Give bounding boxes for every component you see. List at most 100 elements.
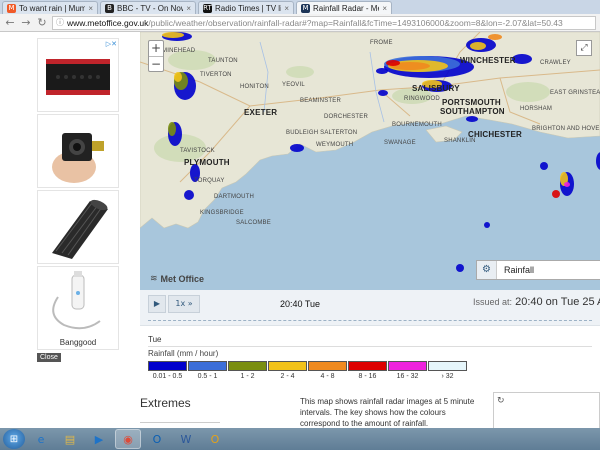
key-swatch-label: 8 - 16 xyxy=(358,373,377,380)
play-button[interactable]: ▶ xyxy=(148,295,166,313)
rain-cell xyxy=(470,42,486,50)
layer-label: Rainfall xyxy=(504,265,535,275)
ad-speaker[interactable]: ▷✕ xyxy=(37,38,119,112)
place-label: BUDLEIGH SALTERTON xyxy=(286,130,358,136)
gear-icon[interactable]: ⚙ xyxy=(477,261,497,279)
key-item: 0.5 - 1 xyxy=(188,361,227,380)
key-item: 1 - 2 xyxy=(228,361,267,380)
fullscreen-icon[interactable]: ⤢ xyxy=(576,40,592,56)
refresh-icon[interactable]: ↻ xyxy=(497,396,505,406)
ad-camera[interactable] xyxy=(37,114,119,188)
close-tab-icon[interactable]: × xyxy=(382,4,387,13)
zoom-control: + − xyxy=(148,40,164,72)
page-info-icon[interactable]: ⓘ xyxy=(56,17,64,28)
address-bar[interactable]: ⓘ www.metoffice.gov.uk/public/weather/ob… xyxy=(52,15,596,30)
camera-module-image xyxy=(52,133,104,183)
rain-cell xyxy=(484,222,490,228)
rain-cell xyxy=(168,122,176,136)
layer-selector[interactable]: ⚙ Rainfall xyxy=(476,260,600,280)
issued-value: 20:40 on Tue 25 A xyxy=(515,296,600,308)
rain-cell xyxy=(552,190,560,198)
tab-title: Rainfall Radar - Met Office xyxy=(313,3,379,13)
rain-cell xyxy=(290,144,304,152)
place-label: PORTSMOUTH xyxy=(442,98,501,107)
key-swatch-label: 16 - 32 xyxy=(396,373,419,380)
rain-cell xyxy=(162,32,184,38)
key-swatch xyxy=(148,361,187,371)
issued-time: Issued at: 20:40 on Tue 25 A xyxy=(473,296,600,308)
browser-tab[interactable]: B BBC - TV - On Now × xyxy=(100,1,196,14)
forward-icon[interactable]: → xyxy=(20,16,32,29)
key-swatches: 0.01 - 0.5 0.5 - 1 1 - 2 2 - 4 4 - 8 8 - 16 16… xyxy=(148,361,468,380)
chrome-icon[interactable]: ◉ xyxy=(115,429,141,449)
rainfall-key: Tue Rainfall (mm / hour) 0.01 - 0.5 0.5 -… xyxy=(140,326,600,388)
rain-cell xyxy=(386,60,400,66)
radio-times-icon: RT xyxy=(203,3,212,13)
ad-carbon-film[interactable] xyxy=(37,190,119,264)
word-icon[interactable]: W xyxy=(173,429,199,449)
key-item: 16 - 32 xyxy=(388,361,427,380)
place-label: BRIGHTON AND HOVE xyxy=(532,126,600,132)
key-swatch-label: 2 - 4 xyxy=(280,373,295,380)
zoom-out-button[interactable]: − xyxy=(149,56,163,71)
back-icon[interactable]: ← xyxy=(4,16,16,29)
key-swatch-label: 0.01 - 0.5 xyxy=(152,373,183,380)
ie-icon[interactable]: e xyxy=(28,429,54,449)
zoom-in-button[interactable]: + xyxy=(149,41,163,56)
close-tab-icon[interactable]: × xyxy=(186,4,191,13)
browser-tab[interactable]: MRainfall Radar - Met Office× xyxy=(296,1,392,14)
adchoices-icon[interactable]: ▷✕ xyxy=(106,40,117,48)
rain-cell xyxy=(540,162,548,170)
key-item: › 32 xyxy=(428,361,467,380)
key-swatch-label: 4 - 8 xyxy=(320,373,335,380)
ad-brand-label: Banggood xyxy=(59,338,97,347)
close-tab-icon[interactable]: × xyxy=(284,4,289,13)
key-swatch xyxy=(268,361,307,371)
browser-tab[interactable]: MTo want rain | Mumsnet× xyxy=(2,1,98,14)
explorer-icon[interactable]: ▤ xyxy=(57,429,83,449)
outlook-2010-icon[interactable]: O xyxy=(202,429,228,449)
key-swatch xyxy=(388,361,427,371)
speed-button[interactable]: 1x » xyxy=(168,295,200,313)
timeline-slider[interactable] xyxy=(148,320,592,321)
place-label: HORSHAM xyxy=(520,106,553,112)
media-player-icon[interactable]: ▶ xyxy=(86,429,112,449)
start-button[interactable]: ⊞ xyxy=(3,429,25,449)
ad-car-charger[interactable]: Banggood xyxy=(37,266,119,350)
animation-controls: ▶ 1x » 20:40 Tue Issued at: 20:40 on Tue… xyxy=(140,290,600,326)
map-description: This map shows rainfall radar images at … xyxy=(300,397,475,428)
close-tab-icon[interactable]: × xyxy=(88,4,93,13)
rain-cell xyxy=(184,190,194,200)
tab-title: BBC - TV - On Now xyxy=(117,3,184,13)
met-office-logo: ≋ Met Office xyxy=(150,274,204,284)
key-item: 2 - 4 xyxy=(268,361,307,380)
place-label: EXETER xyxy=(244,108,278,117)
reload-icon[interactable]: ↻ xyxy=(36,16,48,29)
key-item: 8 - 16 xyxy=(348,361,387,380)
extremes-divider xyxy=(140,422,220,423)
ad-close-button[interactable]: Close xyxy=(37,353,61,362)
outlook-icon[interactable]: O xyxy=(144,429,170,449)
url-path: /public/weather/observation/rainfall-rad… xyxy=(148,17,563,28)
rain-cell xyxy=(564,182,570,187)
browser-tab-strip: MTo want rain | Mumsnet×BBBC - TV - On N… xyxy=(0,0,600,14)
place-label: WINCHESTER xyxy=(460,56,516,65)
place-label: SHANKLIN xyxy=(444,138,476,144)
rain-cell xyxy=(596,152,600,170)
place-label: CRAWLEY xyxy=(540,60,571,66)
rainfall-radar-map[interactable]: EXETER PLYMOUTH SOUTHAMPTON PORTSMOUTH SALIS… xyxy=(140,32,600,290)
browser-tab[interactable]: RTRadio Times | TV listings× xyxy=(198,1,294,14)
place-label: MINEHEAD xyxy=(162,48,196,54)
carbon-wrap-image xyxy=(52,199,108,259)
windows-logo-icon: ⊞ xyxy=(9,433,19,445)
place-label: BOURNEMOUTH xyxy=(392,122,442,128)
place-label: YEOVIL xyxy=(282,82,305,88)
key-item: 0.01 - 0.5 xyxy=(148,361,187,380)
tab-title: Radio Times | TV listings xyxy=(215,3,281,13)
rain-cell xyxy=(378,90,388,96)
windows-taskbar: ⊞ e ▤ ▶ ◉ O W O xyxy=(0,428,600,450)
place-label: BEAMINSTER xyxy=(300,98,342,104)
rain-cell xyxy=(174,72,182,82)
place-label: SALCOMBE xyxy=(236,220,271,226)
place-label: TORQUAY xyxy=(194,178,225,184)
